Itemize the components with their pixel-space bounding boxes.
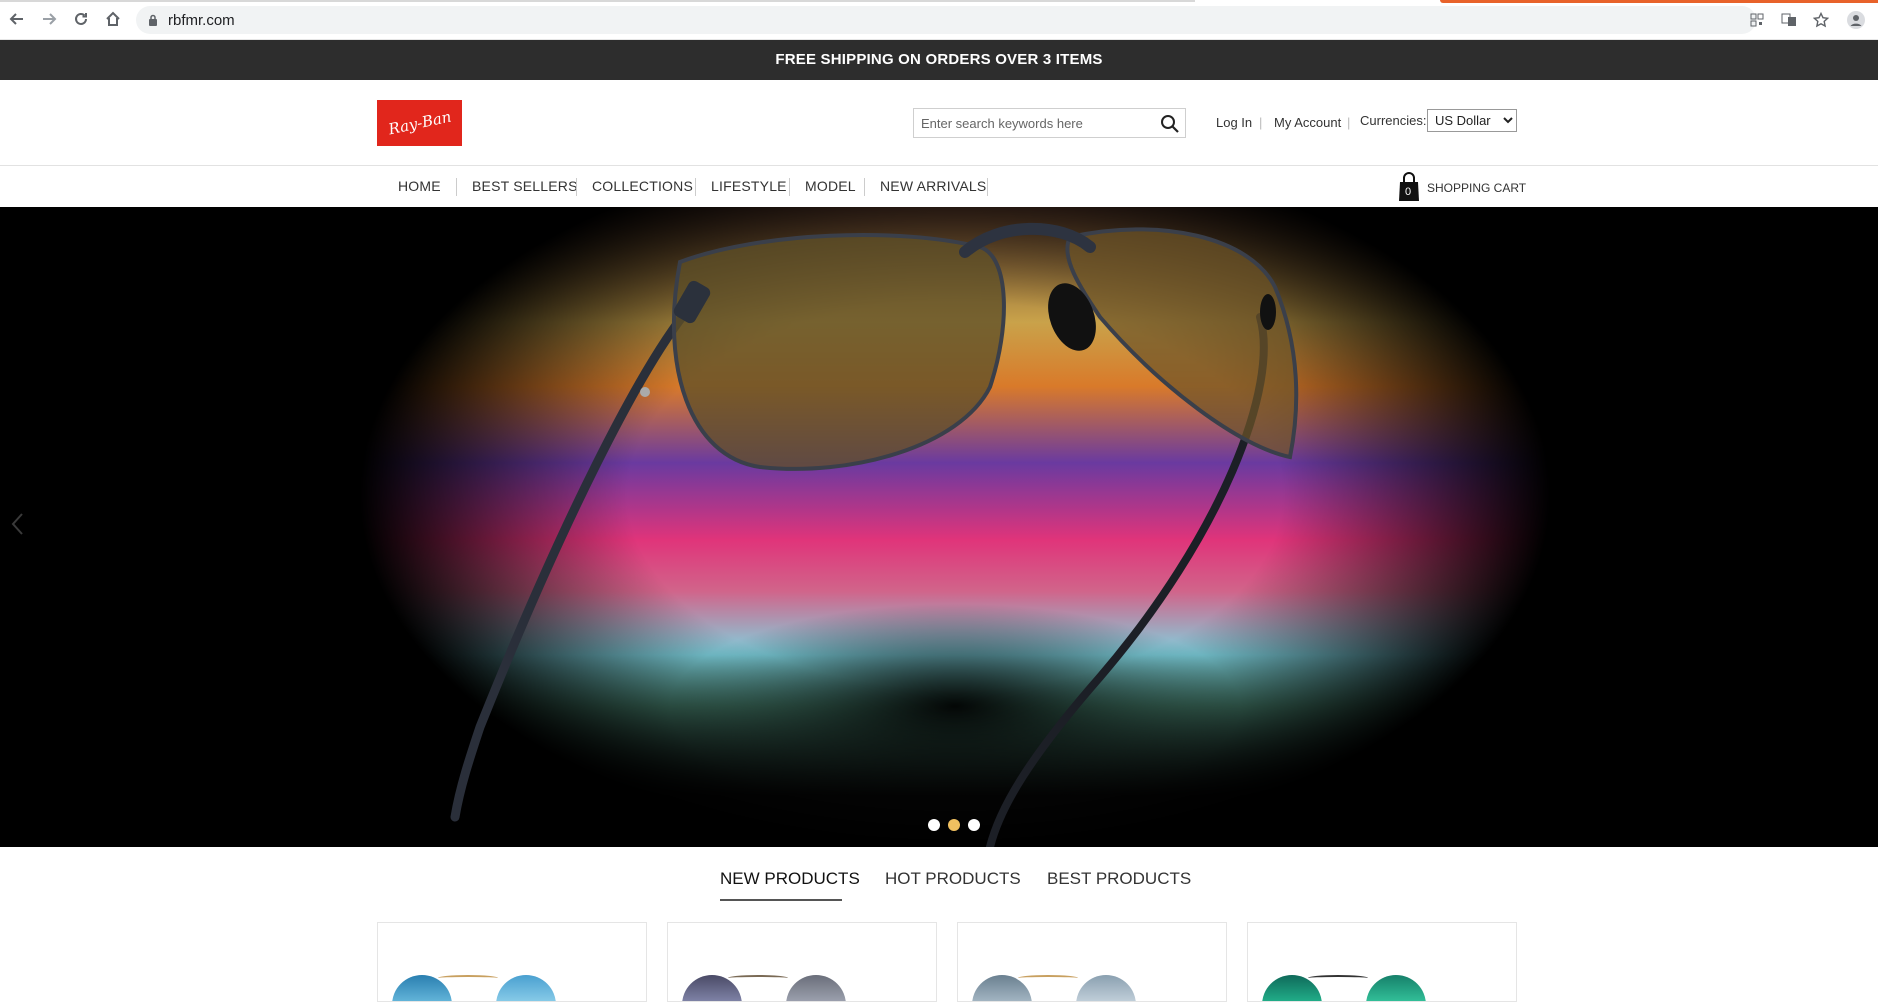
translate-icon[interactable] [1779,10,1799,30]
sunglasses-image [450,222,1299,847]
forward-icon[interactable] [38,8,60,30]
currencies-label: Currencies: [1360,113,1427,128]
slider-prev-icon[interactable] [10,512,30,542]
active-tab-accent [1440,0,1878,3]
tab-hot-products[interactable]: HOT PRODUCTS [885,869,1021,889]
nav-best-sellers[interactable]: BEST SELLERS [472,178,578,194]
logo-text: Ray-Ban [386,107,453,139]
star-icon[interactable] [1811,10,1831,30]
active-tab-underline [720,899,842,901]
frame-bridge [1308,975,1368,981]
product-card[interactable] [667,922,937,1002]
nav-collections[interactable]: COLLECTIONS [592,178,693,194]
nav-divider [456,178,457,196]
brand-logo[interactable]: Ray-Ban [377,100,462,146]
qr-icon[interactable] [1747,10,1767,30]
nav-new-arrivals[interactable]: NEW ARRIVALS [880,178,986,194]
tab-best-products[interactable]: BEST PRODUCTS [1047,869,1191,889]
browser-toolbar: rbfmr.com [0,0,1878,40]
slider-dot[interactable] [968,819,980,831]
separator: | [1347,115,1351,130]
url-text[interactable]: rbfmr.com [168,12,235,29]
product-card[interactable] [1247,922,1517,1002]
nav-divider [987,178,988,196]
promo-banner: FREE SHIPPING ON ORDERS OVER 3 ITEMS [0,40,1878,80]
tab-new-products[interactable]: NEW PRODUCTS [720,869,860,889]
cart-count: 0 [1405,186,1412,198]
nav-model[interactable]: MODEL [805,178,856,194]
nav-lifestyle[interactable]: LIFESTYLE [711,178,787,194]
reload-icon[interactable] [70,8,92,30]
nav-divider [789,178,790,196]
slider-dot-active[interactable] [948,819,960,831]
nav-divider [576,178,577,196]
separator: | [1259,115,1263,130]
back-icon[interactable] [6,8,28,30]
main-nav: HOME BEST SELLERS COLLECTIONS LIFESTYLE … [0,167,1878,207]
slider-dots [928,819,980,831]
product-tabs: NEW PRODUCTS HOT PRODUCTS BEST PRODUCTS [0,847,1878,917]
login-link[interactable]: Log In [1216,115,1252,130]
frame-bridge [728,975,788,981]
product-card[interactable] [377,922,647,1002]
tab-strip-edge [0,0,1195,2]
my-account-link[interactable]: My Account [1274,115,1341,130]
profile-icon[interactable] [1846,10,1866,30]
nav-home[interactable]: HOME [398,178,441,194]
frame-bridge [438,975,498,981]
search-input[interactable] [914,109,1154,137]
slider-dot[interactable] [928,819,940,831]
search-icon[interactable] [1160,114,1180,134]
hero-slider[interactable] [0,207,1878,847]
currency-select[interactable]: US Dollar [1427,109,1517,132]
site-header: Ray-Ban Log In | My Account | Currencies… [0,80,1878,166]
nav-divider [695,178,696,196]
home-icon[interactable] [102,8,124,30]
address-bar[interactable] [136,6,1756,34]
nav-divider [864,178,865,196]
frame-bridge [1018,975,1078,981]
lock-icon [149,14,157,26]
product-card[interactable] [957,922,1227,1002]
search-box [913,108,1186,138]
product-grid [0,917,1878,1002]
shopping-cart-link[interactable]: SHOPPING CART [1427,181,1526,195]
